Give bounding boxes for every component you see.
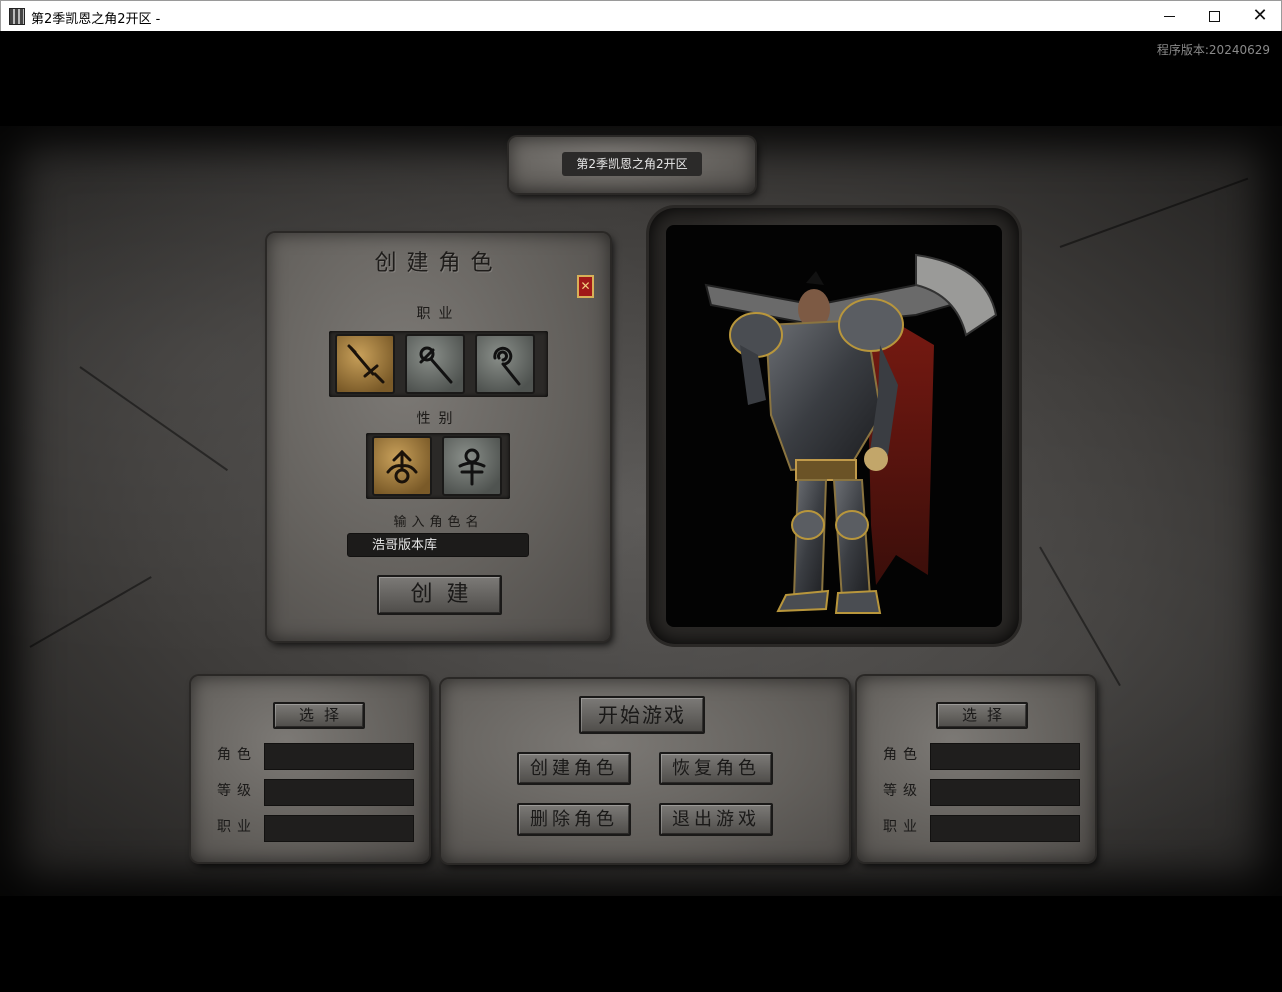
panel-title: 创建角色 — [374, 251, 503, 276]
left-class-field — [264, 815, 414, 842]
gender-label: 性别 — [416, 411, 461, 427]
right-class-field — [930, 815, 1080, 842]
gender-female-option[interactable] — [442, 436, 502, 496]
close-icon: ✕ — [1252, 5, 1268, 26]
left-character-slot: 选择 角色 等级 职业 — [191, 676, 429, 862]
background-crack — [1059, 177, 1249, 248]
right-role-field — [930, 743, 1080, 770]
panel-close-button[interactable]: ✕ — [577, 275, 594, 298]
start-game-button[interactable]: 开始游戏 — [579, 696, 705, 734]
window-title: 第2季凯恩之角2开区 - — [31, 12, 161, 27]
class-selector — [329, 331, 548, 397]
right-class-label: 职业 — [883, 819, 923, 835]
window-titlebar: 第2季凯恩之角2开区 - ✕ — [0, 0, 1282, 31]
left-class-label: 职业 — [217, 819, 257, 835]
delete-character-button[interactable]: 删除角色 — [517, 803, 631, 836]
create-button[interactable]: 创建 — [377, 575, 502, 615]
warrior-character-image — [704, 253, 998, 614]
maximize-button[interactable] — [1191, 1, 1237, 31]
background-crack — [1039, 546, 1121, 687]
minimize-button[interactable] — [1146, 1, 1192, 31]
class-mage-option[interactable] — [405, 334, 465, 394]
background-crack — [79, 366, 229, 472]
left-role-label: 角色 — [217, 747, 257, 763]
class-label: 职业 — [416, 306, 461, 322]
character-name-input[interactable]: 浩哥版本库 — [347, 533, 529, 557]
server-name: 第2季凯恩之角2开区 — [562, 152, 702, 176]
right-level-label: 等级 — [883, 783, 923, 799]
gender-selector — [366, 433, 510, 499]
left-select-button[interactable]: 选择 — [273, 702, 365, 729]
character-preview — [666, 225, 1002, 627]
right-character-slot: 选择 角色 等级 职业 — [857, 676, 1095, 862]
minimize-icon — [1163, 15, 1175, 17]
maximize-icon — [1208, 10, 1220, 22]
class-warrior-option[interactable] — [335, 334, 395, 394]
window-close-button[interactable]: ✕ — [1237, 1, 1282, 31]
version-label: 程序版本:20240629 — [1156, 43, 1270, 57]
close-icon: ✕ — [580, 279, 591, 293]
left-role-field — [264, 743, 414, 770]
server-plaque: 第2季凯恩之角2开区 — [509, 137, 755, 193]
gender-male-option[interactable] — [372, 436, 432, 496]
create-character-button[interactable]: 创建角色 — [517, 752, 631, 785]
right-level-field — [930, 779, 1080, 806]
right-role-label: 角色 — [883, 747, 923, 763]
game-viewport: 程序版本:20240629 第2季凯恩之角2开区 创建角色 ✕ 职业 性别 输入… — [0, 31, 1282, 992]
left-level-label: 等级 — [217, 783, 257, 799]
app-icon — [9, 8, 25, 25]
right-select-button[interactable]: 选择 — [936, 702, 1028, 729]
create-character-panel: 创建角色 ✕ 职业 性别 输入角色名 浩哥版本库 创建 — [267, 233, 610, 641]
name-label: 输入角色名 — [393, 515, 484, 530]
female-icon — [458, 448, 486, 486]
exit-game-button[interactable]: 退出游戏 — [659, 803, 773, 836]
sword-icon — [347, 344, 385, 384]
wand-icon — [419, 346, 453, 384]
background-crack — [29, 576, 152, 648]
left-level-field — [264, 779, 414, 806]
staff-icon — [493, 346, 521, 386]
character-preview-frame — [649, 208, 1019, 644]
class-taoist-option[interactable] — [475, 334, 535, 394]
restore-character-button[interactable]: 恢复角色 — [659, 752, 773, 785]
action-panel: 开始游戏 创建角色 恢复角色 删除角色 退出游戏 — [441, 679, 849, 863]
male-icon — [386, 449, 418, 484]
